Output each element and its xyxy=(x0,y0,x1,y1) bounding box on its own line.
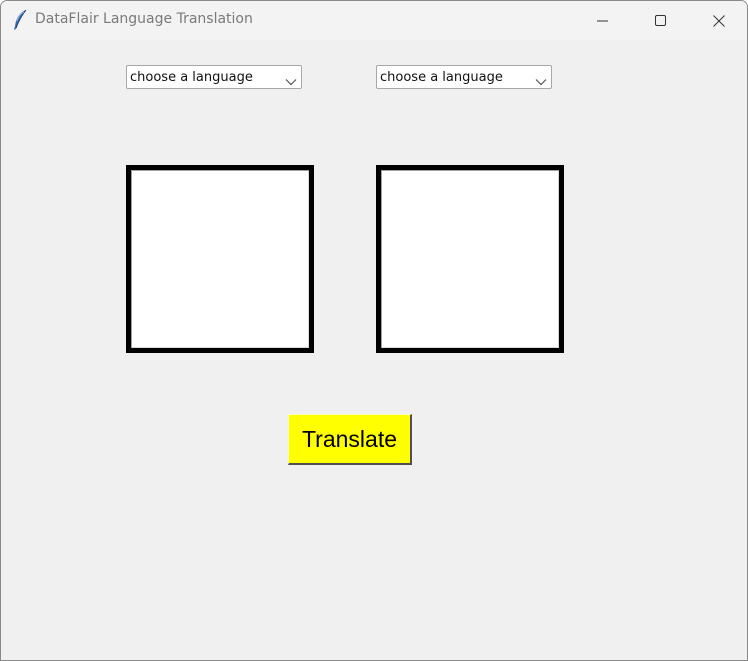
translate-button[interactable]: Translate xyxy=(288,414,412,465)
chevron-down-icon[interactable] xyxy=(535,72,547,86)
output-text-area[interactable] xyxy=(376,165,564,353)
maximize-button[interactable] xyxy=(632,1,690,40)
target-language-value: choose a language xyxy=(380,70,503,85)
close-icon xyxy=(713,14,725,27)
feather-icon xyxy=(12,9,28,31)
title-bar[interactable]: DataFlair Language Translation xyxy=(1,1,747,40)
target-language-select[interactable]: choose a language xyxy=(376,65,552,89)
source-language-value: choose a language xyxy=(130,70,253,85)
source-language-select[interactable]: choose a language xyxy=(126,65,302,89)
minimize-button[interactable] xyxy=(574,1,632,40)
app-window: DataFlair Language Translation choose a … xyxy=(0,0,748,661)
minimize-icon xyxy=(597,20,608,21)
input-text-area[interactable] xyxy=(126,165,314,353)
chevron-down-icon[interactable] xyxy=(285,72,297,86)
maximize-icon xyxy=(655,14,666,26)
window-title: DataFlair Language Translation xyxy=(35,11,253,27)
close-button[interactable] xyxy=(690,1,747,40)
